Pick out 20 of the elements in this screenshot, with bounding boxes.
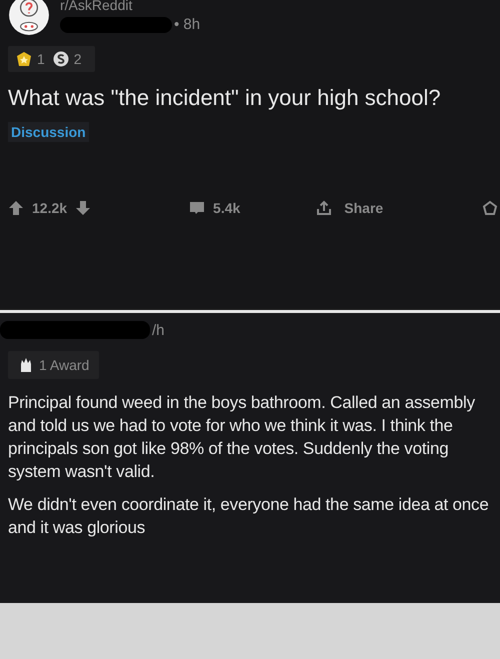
share-icon — [316, 200, 332, 216]
post-flair[interactable]: Discussion — [8, 122, 89, 142]
awards-badge[interactable]: 1 Award — [8, 351, 100, 379]
subreddit-name[interactable]: r/AskReddit — [60, 0, 200, 12]
downvote-icon[interactable] — [75, 200, 92, 216]
comment-time: /h — [152, 322, 165, 338]
comment-text: We didn't even coordinate it, everyone had the same idea at once and it was glorious — [8, 494, 490, 539]
coin-award-icon — [52, 51, 69, 67]
awards-badge[interactable]: 1 2 — [8, 46, 95, 72]
post-time: • 8h — [174, 16, 200, 33]
award-icon[interactable] — [482, 200, 498, 216]
vote-count: 12.2k — [32, 200, 68, 216]
post-title: What was "the incident" in your high school? — [8, 84, 442, 112]
subreddit-avatar-icon[interactable] — [8, 0, 50, 36]
comment-count: 5.4k — [213, 200, 240, 216]
comment-text: Principal found weed in the boys bathroom. Called an assembly and told us we had to vote for who we think it was. I think the principals son got like 98% of the votes. Suddenly the voting system wasn't valid. — [8, 392, 476, 483]
upvote-icon[interactable] — [8, 200, 24, 216]
crown-award-icon — [16, 51, 32, 67]
share-button[interactable]: Share — [316, 200, 384, 216]
comment-icon[interactable] — [189, 200, 206, 216]
